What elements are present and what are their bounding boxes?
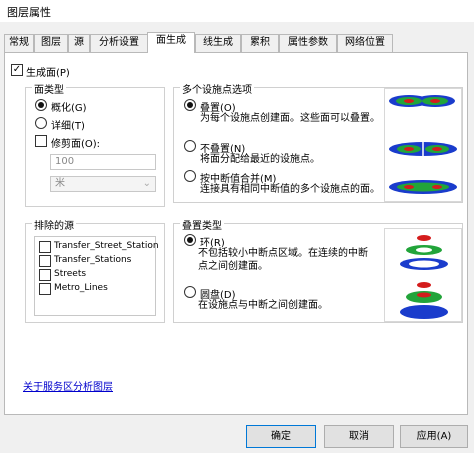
overlap-type-preview-image [400,235,448,319]
generate-polygons-checkbox[interactable]: ✓ [11,64,23,76]
exclusion-source-label: Streets [54,269,87,279]
detailed-radio[interactable] [35,117,47,129]
about-service-area-link[interactable]: 关于服务区分析图层 [23,378,113,393]
title-bar: 图层属性 [0,0,474,22]
generalized-label: 概化(G) [51,103,87,114]
overlap-description: 为每个设施点创建面。这些面可以叠置。 [200,113,380,124]
exclusion-source-checkbox[interactable] [39,283,51,295]
overlap-type-title: 叠置类型 [180,217,224,232]
exclusion-source-label: Transfer_Street_Station [54,241,159,251]
ok-button[interactable]: 确定 [246,425,316,448]
exclusion-sources-title: 排除的源 [32,217,76,232]
apply-button[interactable]: 应用(A) [400,425,468,448]
merge-by-break-description: 连接具有相同中断值的多个设施点的面。 [200,184,380,195]
overlap-type-group: 叠置类型 环(R) 不包括较小中断点区域。在连续的中断点之间创建面。 圆盘(D)… [173,217,463,323]
exclusion-sources-list[interactable]: Transfer_Street_Station Transfer_Station… [34,236,159,316]
cancel-button[interactable]: 取消 [324,425,394,448]
disk-radio[interactable] [184,286,196,298]
no-overlap-description: 将面分配给最近的设施点。 [200,154,320,165]
disk-description: 在设施点与中断之间创建面。 [198,300,328,311]
ring-description: 不包括较小中断点区域。在连续的中断点之间创建面。 [198,248,368,272]
exclusion-source-label: Metro_Lines [54,283,108,293]
detailed-label: 详细(T) [51,121,85,132]
facility-options-preview [384,88,462,202]
tab-polygon-generation[interactable]: 面生成 [147,32,195,53]
chevron-down-icon: ⌄ [142,178,151,189]
window-title: 图层属性 [7,6,51,19]
tab-line-generation[interactable]: 线生成 [195,34,241,52]
trim-polygons-checkbox[interactable] [35,135,47,147]
tab-network-locations[interactable]: 网络位置 [337,34,393,52]
trim-distance-input[interactable]: 100 [50,154,156,170]
ring-radio[interactable] [184,234,196,246]
tab-panel: ✓ 生成面(P) 面类型 概化(G) 详细(T) 修剪面(O): 100 米 ⌄… [4,52,468,415]
multiple-facilities-group: 多个设施点选项 叠置(O) 为每个设施点创建面。这些面可以叠置。 不叠置(N) … [173,81,463,203]
tab-source[interactable]: 源 [68,34,90,52]
generalized-radio[interactable] [35,99,47,111]
tab-general[interactable]: 常规 [4,34,34,52]
merge-by-break-radio[interactable] [184,170,196,182]
exclusion-sources-group: 排除的源 Transfer_Street_Station Transfer_St… [25,217,165,323]
tab-attribute-parameters[interactable]: 属性参数 [279,34,337,52]
exclusion-source-label: Transfer_Stations [54,255,132,265]
trim-polygons-label: 修剪面(O): [51,139,101,150]
exclusion-source-checkbox[interactable] [39,241,51,253]
overlap-type-preview [384,228,462,322]
polygon-type-group: 面类型 概化(G) 详细(T) 修剪面(O): 100 米 ⌄ [25,81,165,207]
trim-unit-select[interactable]: 米 ⌄ [50,176,156,192]
facility-options-preview-image [389,95,457,194]
tab-accumulation[interactable]: 累积 [241,34,279,52]
trim-unit-value: 米 [55,178,65,189]
exclusion-source-checkbox[interactable] [39,269,51,281]
tab-layer[interactable]: 图层 [34,34,68,52]
polygon-type-title: 面类型 [32,81,66,96]
overlap-radio[interactable] [184,99,196,111]
generate-polygons-label: 生成面(P) [26,68,70,79]
tab-strip: 常规 图层 源 分析设置 面生成 线生成 累积 属性参数 网络位置 [4,32,470,53]
no-overlap-radio[interactable] [184,140,196,152]
multiple-facilities-title: 多个设施点选项 [180,81,254,96]
tab-analysis-settings[interactable]: 分析设置 [90,34,148,52]
exclusion-source-checkbox[interactable] [39,255,51,267]
